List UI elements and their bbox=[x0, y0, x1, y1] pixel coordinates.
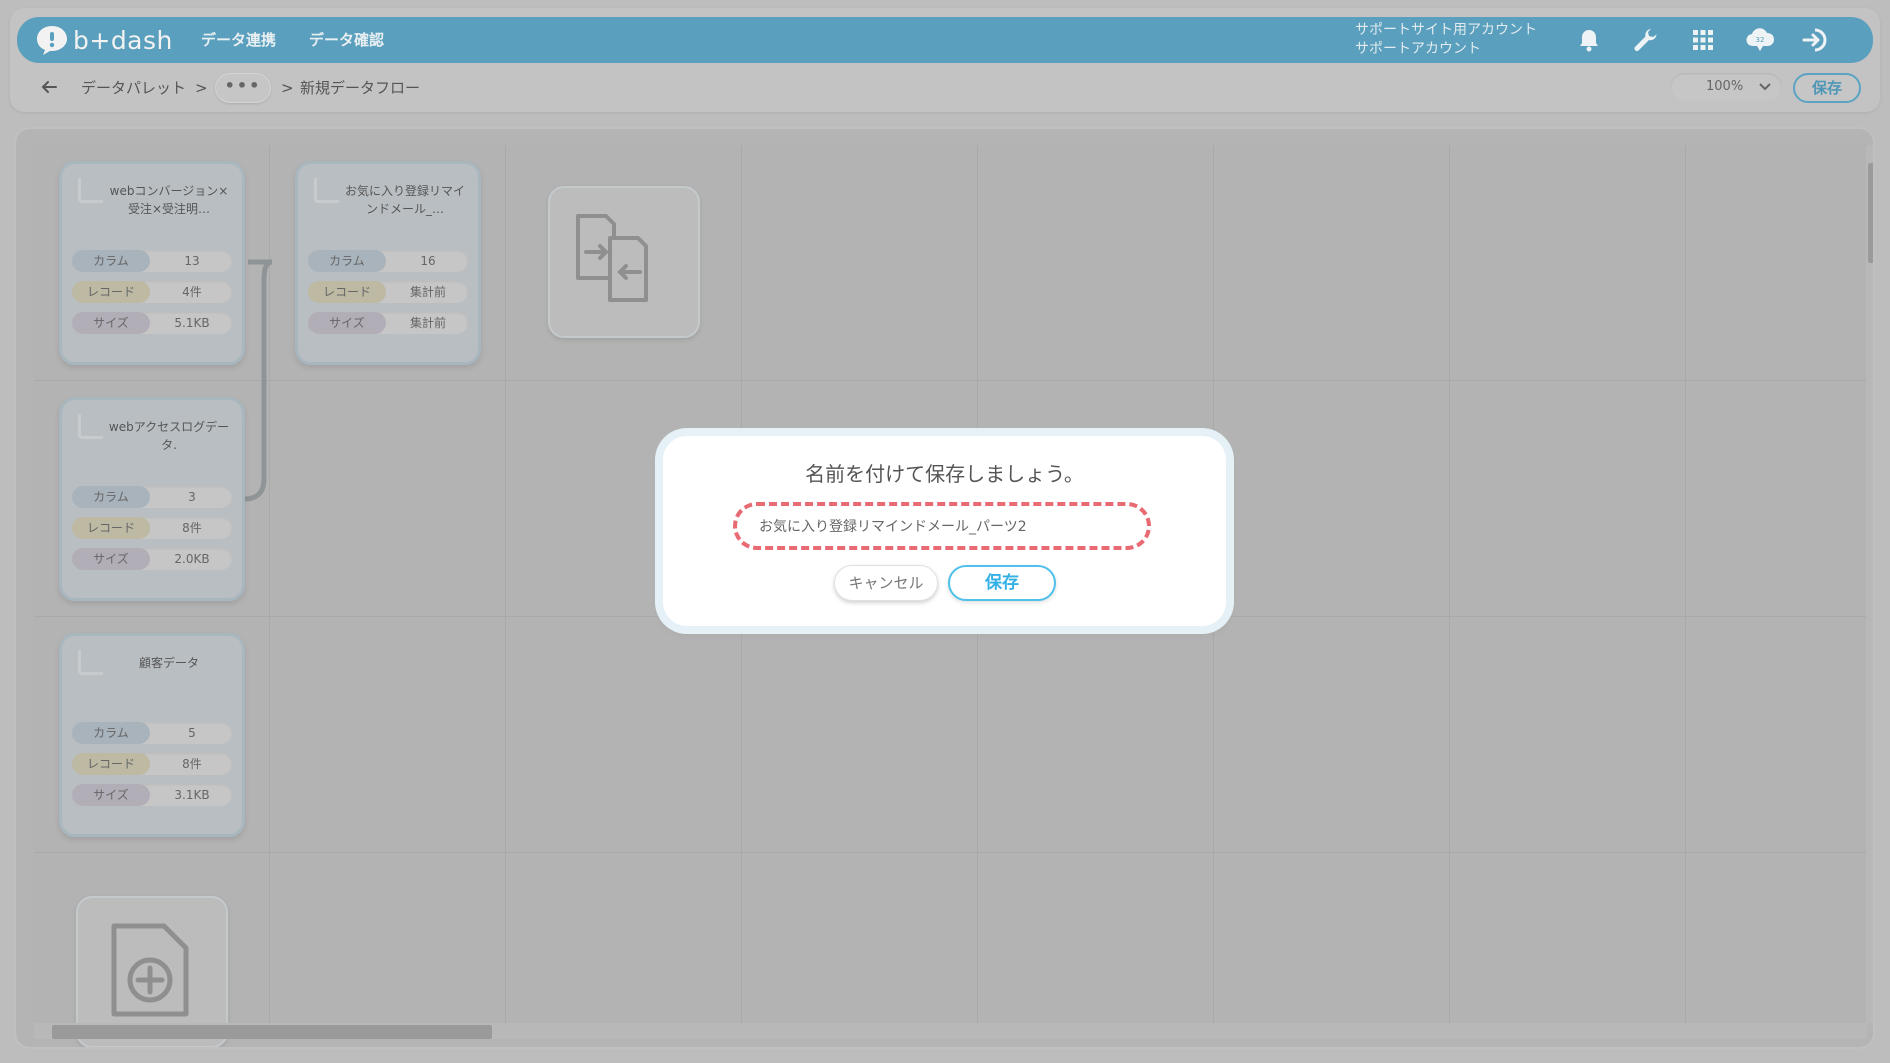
breadcrumb-current: 新規データフロー bbox=[300, 79, 421, 97]
save-name-dialog: 名前を付けて保存しましょう。 キャンセル 保存 bbox=[663, 436, 1226, 626]
node-records: レコード 4件 bbox=[72, 281, 232, 303]
node-size: サイズ 3.1KB bbox=[72, 784, 232, 806]
account-info[interactable]: サポートサイト用アカウント サポートアカウント bbox=[1355, 21, 1537, 59]
logo[interactable]: b+dash bbox=[35, 23, 173, 57]
merge-tile[interactable] bbox=[548, 186, 700, 338]
columns-label: カラム bbox=[72, 722, 150, 744]
size-value: 2.0KB bbox=[174, 552, 210, 566]
node-title: webコンバージョン×受注×受注明… bbox=[109, 184, 229, 216]
logo-bubble-icon bbox=[37, 26, 67, 55]
records-label: レコード bbox=[72, 753, 150, 775]
columns-value: 3 bbox=[188, 490, 196, 504]
account-line1: サポートサイト用アカウント bbox=[1355, 22, 1537, 38]
file-corner-icon bbox=[78, 178, 103, 203]
node-size: サイズ 集計前 bbox=[308, 312, 468, 334]
node-size: サイズ 2.0KB bbox=[72, 548, 232, 570]
vertical-scroll-thumb[interactable] bbox=[1868, 163, 1873, 263]
nav-data-integration[interactable]: データ連携 bbox=[201, 17, 276, 63]
node-title: お気に入り登録リマインドメール_… bbox=[344, 184, 465, 216]
size-value: 3.1KB bbox=[174, 788, 210, 802]
add-file-icon bbox=[111, 923, 189, 1017]
nav-data-check[interactable]: データ確認 bbox=[309, 17, 384, 63]
node-columns: カラム 5 bbox=[72, 722, 232, 744]
flow-name-input[interactable] bbox=[733, 502, 1151, 550]
notification-cloud-icon[interactable]: 32 bbox=[1745, 25, 1775, 55]
node-columns: カラム 16 bbox=[308, 250, 468, 272]
zoom-select[interactable]: 100% bbox=[1670, 73, 1782, 101]
size-value: 集計前 bbox=[409, 316, 446, 330]
file-corner-icon bbox=[314, 178, 339, 203]
node-columns: カラム 13 bbox=[72, 250, 232, 272]
breadcrumb-separator: > bbox=[281, 79, 294, 97]
breadcrumb-ellipsis-button[interactable]: ••• bbox=[215, 73, 271, 103]
horizontal-scrollbar[interactable] bbox=[34, 1023, 1867, 1039]
node-title: webアクセスログデータ. bbox=[108, 420, 230, 452]
dialog-title: 名前を付けて保存しましょう。 bbox=[805, 462, 1084, 486]
logo-text: b+dash bbox=[73, 25, 173, 55]
chevron-down-icon bbox=[1758, 73, 1772, 112]
zoom-value: 100% bbox=[1706, 79, 1744, 94]
logout-icon[interactable] bbox=[1801, 25, 1831, 55]
node-size: サイズ 5.1KB bbox=[72, 312, 232, 334]
columns-value: 16 bbox=[420, 254, 436, 268]
wrench-icon[interactable] bbox=[1630, 25, 1660, 55]
records-label: レコード bbox=[72, 517, 150, 539]
vertical-scrollbar[interactable] bbox=[1866, 145, 1873, 1023]
bell-icon[interactable] bbox=[1574, 25, 1604, 55]
svg-text:32: 32 bbox=[1756, 36, 1765, 44]
grid-icon[interactable] bbox=[1688, 25, 1718, 55]
columns-label: カラム bbox=[72, 250, 150, 272]
records-label: レコード bbox=[308, 281, 386, 303]
records-value: 集計前 bbox=[409, 285, 446, 299]
columns-label: カラム bbox=[72, 486, 150, 508]
records-label: レコード bbox=[72, 281, 150, 303]
columns-label: カラム bbox=[308, 250, 386, 272]
cancel-button[interactable]: キャンセル bbox=[834, 565, 938, 601]
size-label: サイズ bbox=[72, 548, 150, 570]
size-label: サイズ bbox=[72, 312, 150, 334]
file-corner-icon bbox=[78, 414, 103, 439]
dialog-save-button[interactable]: 保存 bbox=[948, 565, 1056, 601]
node-records: レコード 8件 bbox=[72, 753, 232, 775]
horizontal-scroll-thumb[interactable] bbox=[52, 1025, 492, 1039]
size-label: サイズ bbox=[72, 784, 150, 806]
node-title: 顧客データ bbox=[138, 656, 199, 670]
node-columns: カラム 3 bbox=[72, 486, 232, 508]
columns-value: 13 bbox=[184, 254, 200, 268]
breadcrumb-data-palette[interactable]: データパレット bbox=[81, 70, 186, 106]
file-corner-icon bbox=[78, 650, 103, 675]
records-value: 8件 bbox=[182, 757, 202, 771]
data-node[interactable]: webコンバージョン×受注×受注明… カラム 13 レコード 4件 サイズ 5.1KB bbox=[59, 161, 245, 365]
node-records: レコード 8件 bbox=[72, 517, 232, 539]
records-value: 4件 bbox=[182, 285, 202, 299]
size-value: 5.1KB bbox=[174, 316, 210, 330]
breadcrumb: データパレット > ••• > 新規データフロー 100% 保存 bbox=[17, 70, 1873, 106]
node-records: レコード 集計前 bbox=[308, 281, 468, 303]
records-value: 8件 bbox=[182, 521, 202, 535]
breadcrumb-separator: > bbox=[195, 79, 208, 97]
account-line2: サポートアカウント bbox=[1355, 41, 1481, 57]
file-transfer-icon bbox=[576, 214, 648, 302]
data-node[interactable]: webアクセスログデータ. カラム 3 レコード 8件 サイズ 2.0KB bbox=[59, 397, 245, 601]
size-label: サイズ bbox=[308, 312, 386, 334]
data-node[interactable]: 顧客データ カラム 5 レコード 8件 サイズ 3.1KB bbox=[59, 633, 245, 837]
columns-value: 5 bbox=[188, 726, 196, 740]
back-arrow-icon[interactable] bbox=[37, 75, 61, 99]
data-node[interactable]: お気に入り登録リマインドメール_… カラム 16 レコード 集計前 サイズ 集計前 bbox=[295, 161, 481, 365]
top-bar: b+dash データ連携 データ確認 サポートサイト用アカウント サポートアカウ… bbox=[17, 17, 1873, 63]
save-button[interactable]: 保存 bbox=[1793, 73, 1861, 103]
